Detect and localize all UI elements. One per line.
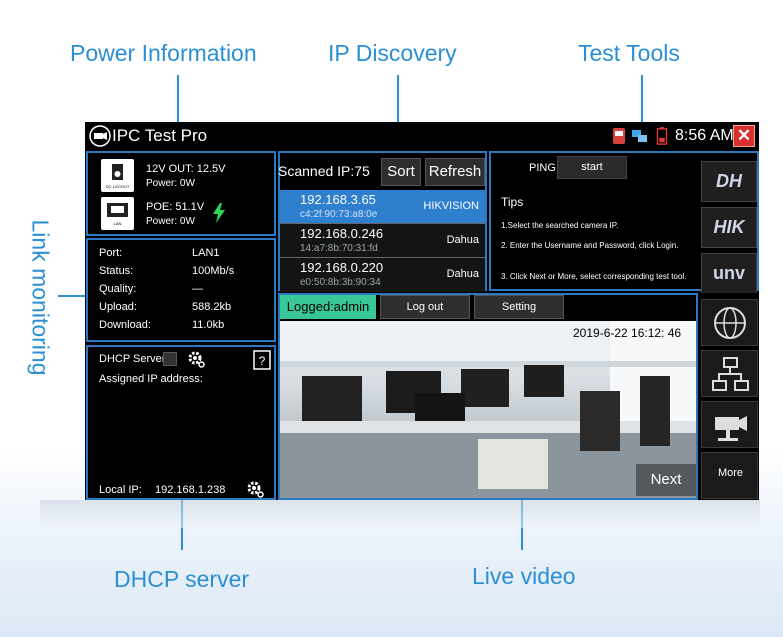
link-port-label: Port:: [99, 247, 123, 259]
network-icon: [632, 130, 647, 142]
camera-brand: HIKVISION: [423, 200, 479, 212]
more-label: More: [717, 467, 744, 479]
video-feed[interactable]: 2019-6-22 16:12: 46 Next: [280, 321, 696, 498]
link-status-label: Status:: [99, 265, 134, 277]
mac-address: 14:a7:8b:70:31:fd: [300, 243, 378, 254]
mac-address: c4:2f:90:73:a8:0e: [300, 209, 378, 220]
side-tool-bar: More: [700, 293, 759, 500]
scanned-count: Scanned IP:75: [278, 163, 370, 179]
lightning-icon: [213, 203, 225, 223]
local-ip-label: Local IP:: [99, 484, 142, 496]
callout-line-link: [58, 295, 88, 297]
office-scene-image: [280, 321, 696, 498]
poe-icon-label: LAN: [113, 221, 122, 226]
logged-user-badge: Logged:admin: [280, 295, 376, 319]
callout-power-information: Power Information: [70, 40, 257, 66]
ping-start-button[interactable]: start: [557, 156, 627, 179]
link-status-value: 100Mb/s: [192, 265, 235, 277]
recorder-icon: [613, 128, 625, 144]
assigned-ip-label: Assigned IP address:: [99, 373, 203, 385]
dc-icon-label: DC 12V/OUT: [105, 184, 130, 189]
next-button[interactable]: Next: [636, 464, 696, 496]
tip-2: 2. Enter the Username and Password, clic…: [501, 241, 679, 250]
poe-icon: LAN: [101, 197, 134, 230]
ip-address: 192.168.0.220: [300, 260, 384, 275]
ip-discovery-panel: Scanned IP:75 Sort Refresh 192.168.3.65 …: [278, 151, 487, 292]
ptz-camera-icon: [715, 416, 747, 441]
device-screen: IPC Test Pro 8:56 AM ✕ DC 12V/OUT 12V OU…: [85, 122, 759, 500]
power-panel: DC 12V/OUT 12V OUT: 12.5V Power: 0W LAN …: [86, 151, 276, 236]
title-bar: IPC Test Pro 8:56 AM ✕: [85, 122, 759, 150]
globe-button[interactable]: [701, 299, 758, 346]
ip-row[interactable]: 192.168.3.65 c4:2f:90:73:a8:0e HIKVISION: [280, 190, 485, 224]
ip-row[interactable]: 192.168.0.220 e0:50:8b:3b:90:34 Dahua: [280, 258, 485, 292]
callout-link-monitoring: Link monitoring: [27, 219, 54, 376]
sort-button[interactable]: Sort: [381, 158, 421, 186]
tip-1: 1.Select the searched camera IP.: [501, 221, 619, 230]
local-ip-value: 192.168.1.238: [155, 484, 226, 496]
network-topology-icon: [712, 357, 749, 391]
link-download-value: 11.0kb: [192, 319, 225, 331]
test-tools-panel: PING start Tips 1.Select the searched ca…: [489, 151, 759, 294]
setting-button[interactable]: Setting: [474, 295, 564, 319]
callout-test-tools: Test Tools: [578, 40, 680, 66]
brand-hik-button[interactable]: HIK: [701, 207, 757, 248]
callout-live-video: Live video: [472, 563, 576, 589]
ip-row[interactable]: 192.168.0.246 14:a7:8b:70:31:fd Dahua: [280, 224, 485, 258]
clock: 8:56 AM: [675, 127, 734, 144]
dhcp-panel: DHCP Server: ? Assigned IP address: Loca…: [86, 345, 276, 500]
logout-button[interactable]: Log out: [380, 295, 470, 319]
link-upload-value: 588.2kb: [192, 301, 232, 313]
brand-unv-button[interactable]: unv: [701, 253, 757, 294]
link-upload-label: Upload:: [99, 301, 137, 313]
network-topology-button[interactable]: [701, 350, 758, 397]
camera-logo-icon: [89, 125, 111, 147]
ptz-camera-button[interactable]: [701, 401, 758, 448]
ip-address: 192.168.0.246: [300, 226, 384, 241]
ping-label: PING: [529, 162, 556, 174]
more-button[interactable]: More: [701, 452, 758, 499]
callout-dhcp-server: DHCP server: [114, 566, 250, 592]
tips-title: Tips: [501, 195, 524, 209]
callout-ip-discovery: IP Discovery: [328, 40, 457, 66]
help-book-icon[interactable]: ?: [252, 350, 272, 370]
dhcp-server-label: DHCP Server:: [99, 353, 169, 365]
svg-text:?: ?: [259, 354, 266, 368]
dc-output-power: Power: 0W: [146, 178, 195, 189]
dc-output-icon: DC 12V/OUT: [101, 159, 134, 192]
link-port-value: LAN1: [192, 247, 220, 259]
local-ip-gear-icon[interactable]: [246, 480, 264, 498]
mac-address: e0:50:8b:3b:90:34: [300, 277, 381, 288]
ip-address: 192.168.3.65: [300, 192, 376, 207]
camera-brand: Dahua: [446, 268, 479, 280]
link-quality-label: Quality:: [99, 283, 137, 295]
link-quality-value: —: [192, 283, 203, 295]
refresh-button[interactable]: Refresh: [425, 158, 485, 186]
battery-icon: [656, 127, 668, 145]
poe-voltage: POE: 51.1V: [146, 201, 205, 213]
tip-3: 3. Click Next or More, select correspond…: [501, 272, 687, 281]
dhcp-settings-gear-icon[interactable]: [187, 350, 205, 368]
live-video-panel: Logged:admin Log out Setting 2019-6-22 1…: [278, 293, 698, 500]
dhcp-toggle[interactable]: [163, 352, 177, 366]
poe-power: Power: 0W: [146, 216, 195, 227]
globe-icon: [714, 307, 746, 339]
camera-brand: Dahua: [446, 234, 479, 246]
app-title: IPC Test Pro: [112, 126, 208, 145]
brand-dh-button[interactable]: DH: [701, 161, 757, 202]
video-timestamp: 2019-6-22 16:12: 46: [573, 326, 682, 340]
close-button[interactable]: ✕: [733, 125, 755, 147]
link-panel: Port: LAN1 Status: 100Mb/s Quality: — Up…: [86, 238, 276, 342]
dc-output-voltage: 12V OUT: 12.5V: [146, 163, 226, 175]
device-reflection: [40, 500, 760, 528]
link-download-label: Download:: [99, 319, 151, 331]
